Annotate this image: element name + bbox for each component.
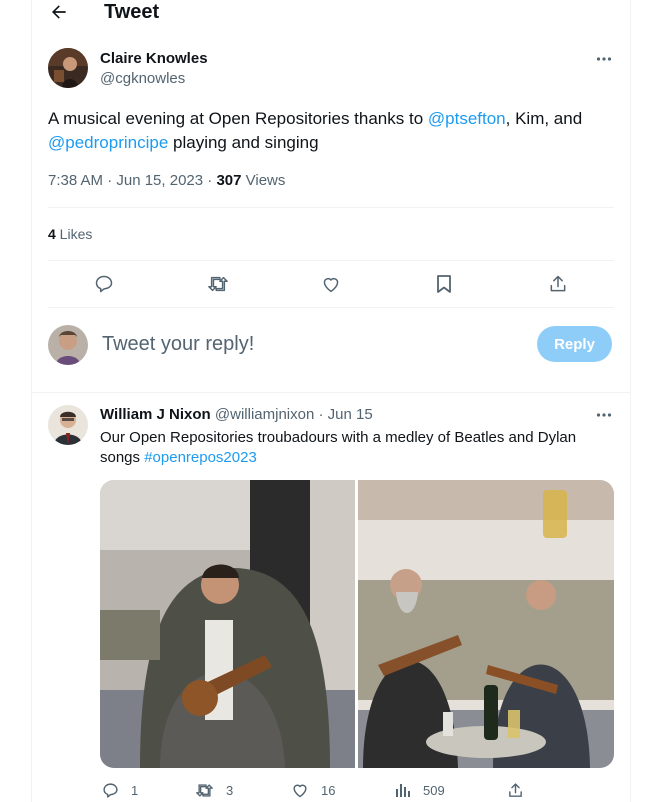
retweet-icon[interactable] <box>207 274 229 294</box>
reply-header: William J Nixon @williamjnixon · Jun 15 <box>100 406 373 424</box>
reply-date[interactable]: Jun 15 <box>328 406 373 423</box>
likes-count: 16 <box>321 782 336 798</box>
author-name[interactable]: Claire Knowles <box>100 50 208 68</box>
page-title: Tweet <box>104 1 160 23</box>
reply-photo-1[interactable] <box>100 480 355 768</box>
reply-text-line: Our Open Repositories troubadours with a… <box>100 429 577 446</box>
reply-text-line: songs <box>100 449 145 466</box>
views-label: Views <box>241 172 286 189</box>
retweet-icon <box>195 782 214 799</box>
reply-text: Our Open Repositories troubadours with a… <box>100 428 620 468</box>
share-icon[interactable] <box>507 782 524 799</box>
reply-likes[interactable]: 16 <box>291 782 335 798</box>
replies-count: 1 <box>131 783 139 798</box>
retweets-count: 3 <box>226 783 234 798</box>
arrow-left-icon[interactable] <box>49 2 69 22</box>
likes-summary[interactable]: 4 Likes <box>48 226 92 243</box>
likes-label: Likes <box>55 226 93 242</box>
bookmark-icon[interactable] <box>436 274 452 294</box>
my-avatar <box>48 325 88 365</box>
separator-dot: · <box>314 406 328 423</box>
tweet-text-part: playing and singing <box>168 133 319 152</box>
tweet-meta: 7:38 AM · Jun 15, 2023 · 307 Views <box>48 172 285 190</box>
views-count: 307 <box>216 172 242 189</box>
reply-retweets[interactable]: 3 <box>195 782 233 799</box>
tweet-text-part: A musical evening at Open Repositories t… <box>48 109 428 128</box>
reply-icon <box>102 782 119 799</box>
tweet-text: A musical evening at Open Repositories t… <box>48 107 618 155</box>
author-handle[interactable]: @cgknowles <box>100 70 185 88</box>
mention-link[interactable]: @pedroprincipe <box>48 133 168 152</box>
mention-link[interactable]: @ptsefton <box>428 109 506 128</box>
divider <box>48 207 614 208</box>
reply-author-handle[interactable]: @williamjnixon <box>215 406 314 423</box>
reply-icon[interactable] <box>94 274 114 294</box>
likes-count: 4 <box>48 226 56 242</box>
tweet-text-part: , Kim, and <box>505 109 583 128</box>
like-icon <box>291 782 309 798</box>
divider <box>48 307 614 308</box>
reply-photo-2[interactable] <box>358 480 614 768</box>
more-horizontal-icon[interactable] <box>595 406 613 424</box>
like-icon[interactable] <box>321 275 341 293</box>
views-count: 509 <box>423 782 445 798</box>
reply-author-avatar[interactable] <box>48 405 88 445</box>
author-avatar[interactable] <box>48 48 88 88</box>
hashtag-link[interactable]: #openrepos2023 <box>144 449 257 466</box>
analytics-icon <box>395 782 411 798</box>
reply-author-name[interactable]: William J Nixon <box>100 406 211 423</box>
divider <box>48 260 614 261</box>
reply-input[interactable]: Tweet your reply! <box>102 331 254 357</box>
reply-replies[interactable]: 1 <box>102 782 138 799</box>
timestamp-link[interactable]: 7:38 AM · Jun 15, 2023 · <box>48 172 216 189</box>
reply-button[interactable]: Reply <box>537 326 612 362</box>
share-icon[interactable] <box>548 274 568 294</box>
reply-views[interactable]: 509 <box>395 782 445 798</box>
divider <box>32 392 630 393</box>
more-horizontal-icon[interactable] <box>595 50 613 68</box>
